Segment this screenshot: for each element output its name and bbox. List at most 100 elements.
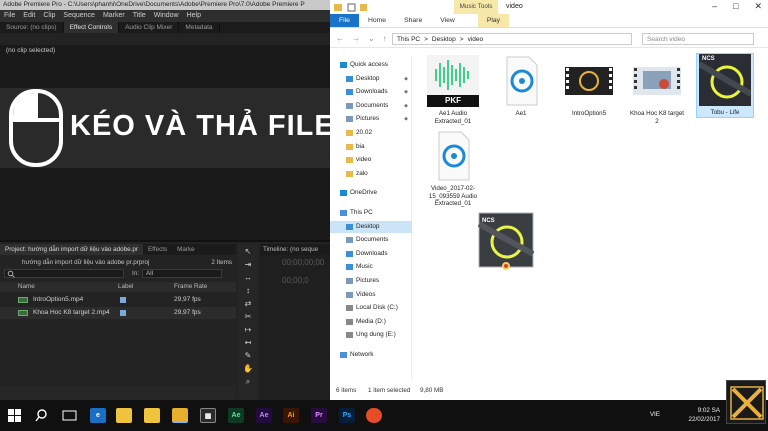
track-select-tool-icon[interactable]: ⇥	[242, 260, 254, 270]
menu-title[interactable]: Title	[133, 10, 146, 22]
back-arrow-icon[interactable]: ←	[336, 34, 344, 43]
forward-arrow-icon[interactable]: →	[352, 34, 360, 43]
tab-effect-controls[interactable]: Effect Controls	[63, 22, 120, 33]
menu-clip[interactable]: Clip	[43, 10, 55, 22]
app-ai-icon[interactable]: Ai	[283, 408, 299, 423]
up-arrow-icon[interactable]: ↑	[383, 34, 387, 43]
explorer-icon[interactable]	[116, 408, 132, 423]
zoom-tool-icon[interactable]: ⌕	[242, 377, 254, 387]
nav-item-20-02[interactable]: 20.02	[330, 127, 412, 139]
ribbon-tab-view[interactable]: View	[431, 14, 464, 27]
col-label[interactable]: Label	[118, 282, 133, 292]
file-explorer-icon[interactable]	[172, 408, 188, 423]
slip-tool-icon[interactable]: ↦	[242, 325, 254, 335]
pin-icon[interactable]: ◆	[404, 100, 408, 112]
tab-source[interactable]: Source: (no clips)	[0, 22, 64, 33]
ripple-edit-tool-icon[interactable]: ↔	[242, 273, 254, 283]
file-ae1-audio-extracted[interactable]: PKF Ae1 Audio Extracted_01	[424, 55, 482, 125]
clock[interactable]: 9:02 SA 22/02/2017	[688, 406, 720, 424]
nav-item-bia[interactable]: bia	[330, 141, 412, 153]
selection-tool-icon[interactable]: ↖	[242, 247, 254, 257]
menu-file[interactable]: File	[4, 10, 15, 22]
file-introoption5[interactable]: IntroOption5	[560, 55, 618, 118]
store-icon[interactable]: ▦	[200, 408, 216, 423]
tab-metadata[interactable]: Metadata	[179, 22, 220, 33]
ribbon-tab-home[interactable]: Home	[359, 14, 395, 27]
app-ae2-icon[interactable]: Ae	[256, 408, 272, 423]
menu-help[interactable]: Help	[187, 10, 201, 22]
razor-tool-icon[interactable]: ✂	[242, 312, 254, 322]
nav-item-this-pc[interactable]: This PC	[330, 207, 412, 219]
nav-item-downloads[interactable]: Downloads	[330, 248, 412, 260]
file-khoa-hoc-k8-target-2[interactable]: Khoa Hoc K8 target 2	[628, 55, 686, 125]
nav-item-documents[interactable]: Documents ◆	[330, 100, 412, 112]
menu-sequence[interactable]: Sequence	[63, 10, 95, 22]
project-row[interactable]: IntroOption5.mp4 29,97 fps	[0, 294, 236, 306]
slide-tool-icon[interactable]: ↤	[242, 338, 254, 348]
edge-icon[interactable]: e	[90, 408, 106, 423]
pen-tool-icon[interactable]: ✎	[242, 351, 254, 361]
nav-item-downloads[interactable]: Downloads ◆	[330, 86, 412, 98]
task-view-icon[interactable]	[62, 409, 77, 422]
tab-timeline[interactable]: Timeline: (no seque	[260, 244, 330, 255]
nav-item-video[interactable]: video	[330, 154, 412, 166]
panel-divider[interactable]	[0, 240, 330, 242]
col-frame-rate[interactable]: Frame Rate	[174, 282, 207, 292]
ribbon-tab-share[interactable]: Share	[395, 14, 431, 27]
start-icon[interactable]	[8, 409, 21, 422]
menu-window[interactable]: Window	[154, 10, 179, 22]
tab-markers[interactable]: Marke	[172, 244, 200, 255]
menu-edit[interactable]: Edit	[23, 10, 35, 22]
nav-item-pictures[interactable]: Pictures ◆	[330, 113, 412, 125]
tab-effects[interactable]: Effects	[143, 244, 172, 255]
address-path[interactable]: This PC > Desktop > video	[392, 33, 632, 45]
pin-icon[interactable]: ◆	[404, 73, 408, 85]
breadcrumb-video[interactable]: video	[468, 34, 484, 44]
file-ae1[interactable]: Ae1	[492, 55, 550, 118]
rolling-edit-tool-icon[interactable]: ↕	[242, 286, 254, 296]
nav-item-music[interactable]: Music	[330, 261, 412, 273]
minimize-icon[interactable]: –	[712, 1, 717, 12]
nav-item-ung-dung-e[interactable]: Ung dung (E:)	[330, 329, 412, 341]
chrome-icon[interactable]	[366, 408, 382, 423]
pin-icon[interactable]: ◆	[404, 86, 408, 98]
hand-tool-icon[interactable]: ✋	[242, 364, 254, 374]
file-tobu-life[interactable]: NCS Tobu - Life	[696, 53, 754, 118]
recent-dropdown-icon[interactable]: ⌄	[368, 34, 375, 43]
nav-item-desktop[interactable]: Desktop	[330, 220, 412, 233]
nav-item-pictures[interactable]: Pictures	[330, 275, 412, 287]
quick-access-toolbar-icons[interactable]	[334, 3, 374, 12]
in-filter-select[interactable]: All	[142, 269, 222, 278]
tab-project[interactable]: Project: hướng dẫn import dữ liệu vào ad…	[0, 244, 143, 255]
breadcrumb-desktop[interactable]: Desktop	[432, 34, 456, 44]
tab-audio-clip-mixer[interactable]: Audio Clip Mixer	[119, 22, 180, 33]
col-name[interactable]: Name	[18, 282, 35, 292]
pin-icon[interactable]: ◆	[404, 113, 408, 125]
ribbon-tab-play[interactable]: Play	[477, 14, 510, 27]
close-icon[interactable]: ✕	[754, 1, 762, 12]
nav-item-quick-access[interactable]: Quick access	[330, 59, 412, 71]
nav-item-documents[interactable]: Documents	[330, 234, 412, 246]
rate-stretch-tool-icon[interactable]: ⇄	[242, 299, 254, 309]
breadcrumb-this-pc[interactable]: This PC	[397, 34, 420, 44]
nav-item-desktop[interactable]: Desktop ◆	[330, 73, 412, 85]
search-icon[interactable]	[35, 409, 48, 422]
app-pr-icon[interactable]: Pr	[311, 408, 327, 423]
nav-item-local-disk-c[interactable]: Local Disk (C:)	[330, 302, 412, 314]
nav-item-zalo[interactable]: zalo	[330, 168, 412, 180]
ribbon-tab-file[interactable]: File	[330, 14, 359, 27]
music-tools-context-tab[interactable]: Music Tools	[454, 0, 498, 14]
nav-item-media-d[interactable]: Media (D:)	[330, 316, 412, 328]
file-video-audio-extracted[interactable]: Video_2017-02-15_093559 Audio Extracted_…	[424, 130, 482, 208]
nav-item-network[interactable]: Network	[330, 349, 412, 361]
nav-item-videos[interactable]: Videos	[330, 289, 412, 301]
menu-marker[interactable]: Marker	[103, 10, 125, 22]
folder-icon[interactable]	[144, 408, 160, 423]
nav-item-onedrive[interactable]: OneDrive	[330, 187, 412, 199]
app-ae-icon[interactable]: Ae	[228, 408, 244, 423]
language-indicator[interactable]: VIE	[650, 411, 660, 418]
project-row[interactable]: Khoa Hoc K8 target 2.mp4 29,97 fps	[0, 307, 236, 319]
project-search-input[interactable]	[4, 269, 124, 278]
maximize-icon[interactable]: □	[733, 1, 738, 12]
app-ps-icon[interactable]: Ps	[339, 408, 355, 423]
